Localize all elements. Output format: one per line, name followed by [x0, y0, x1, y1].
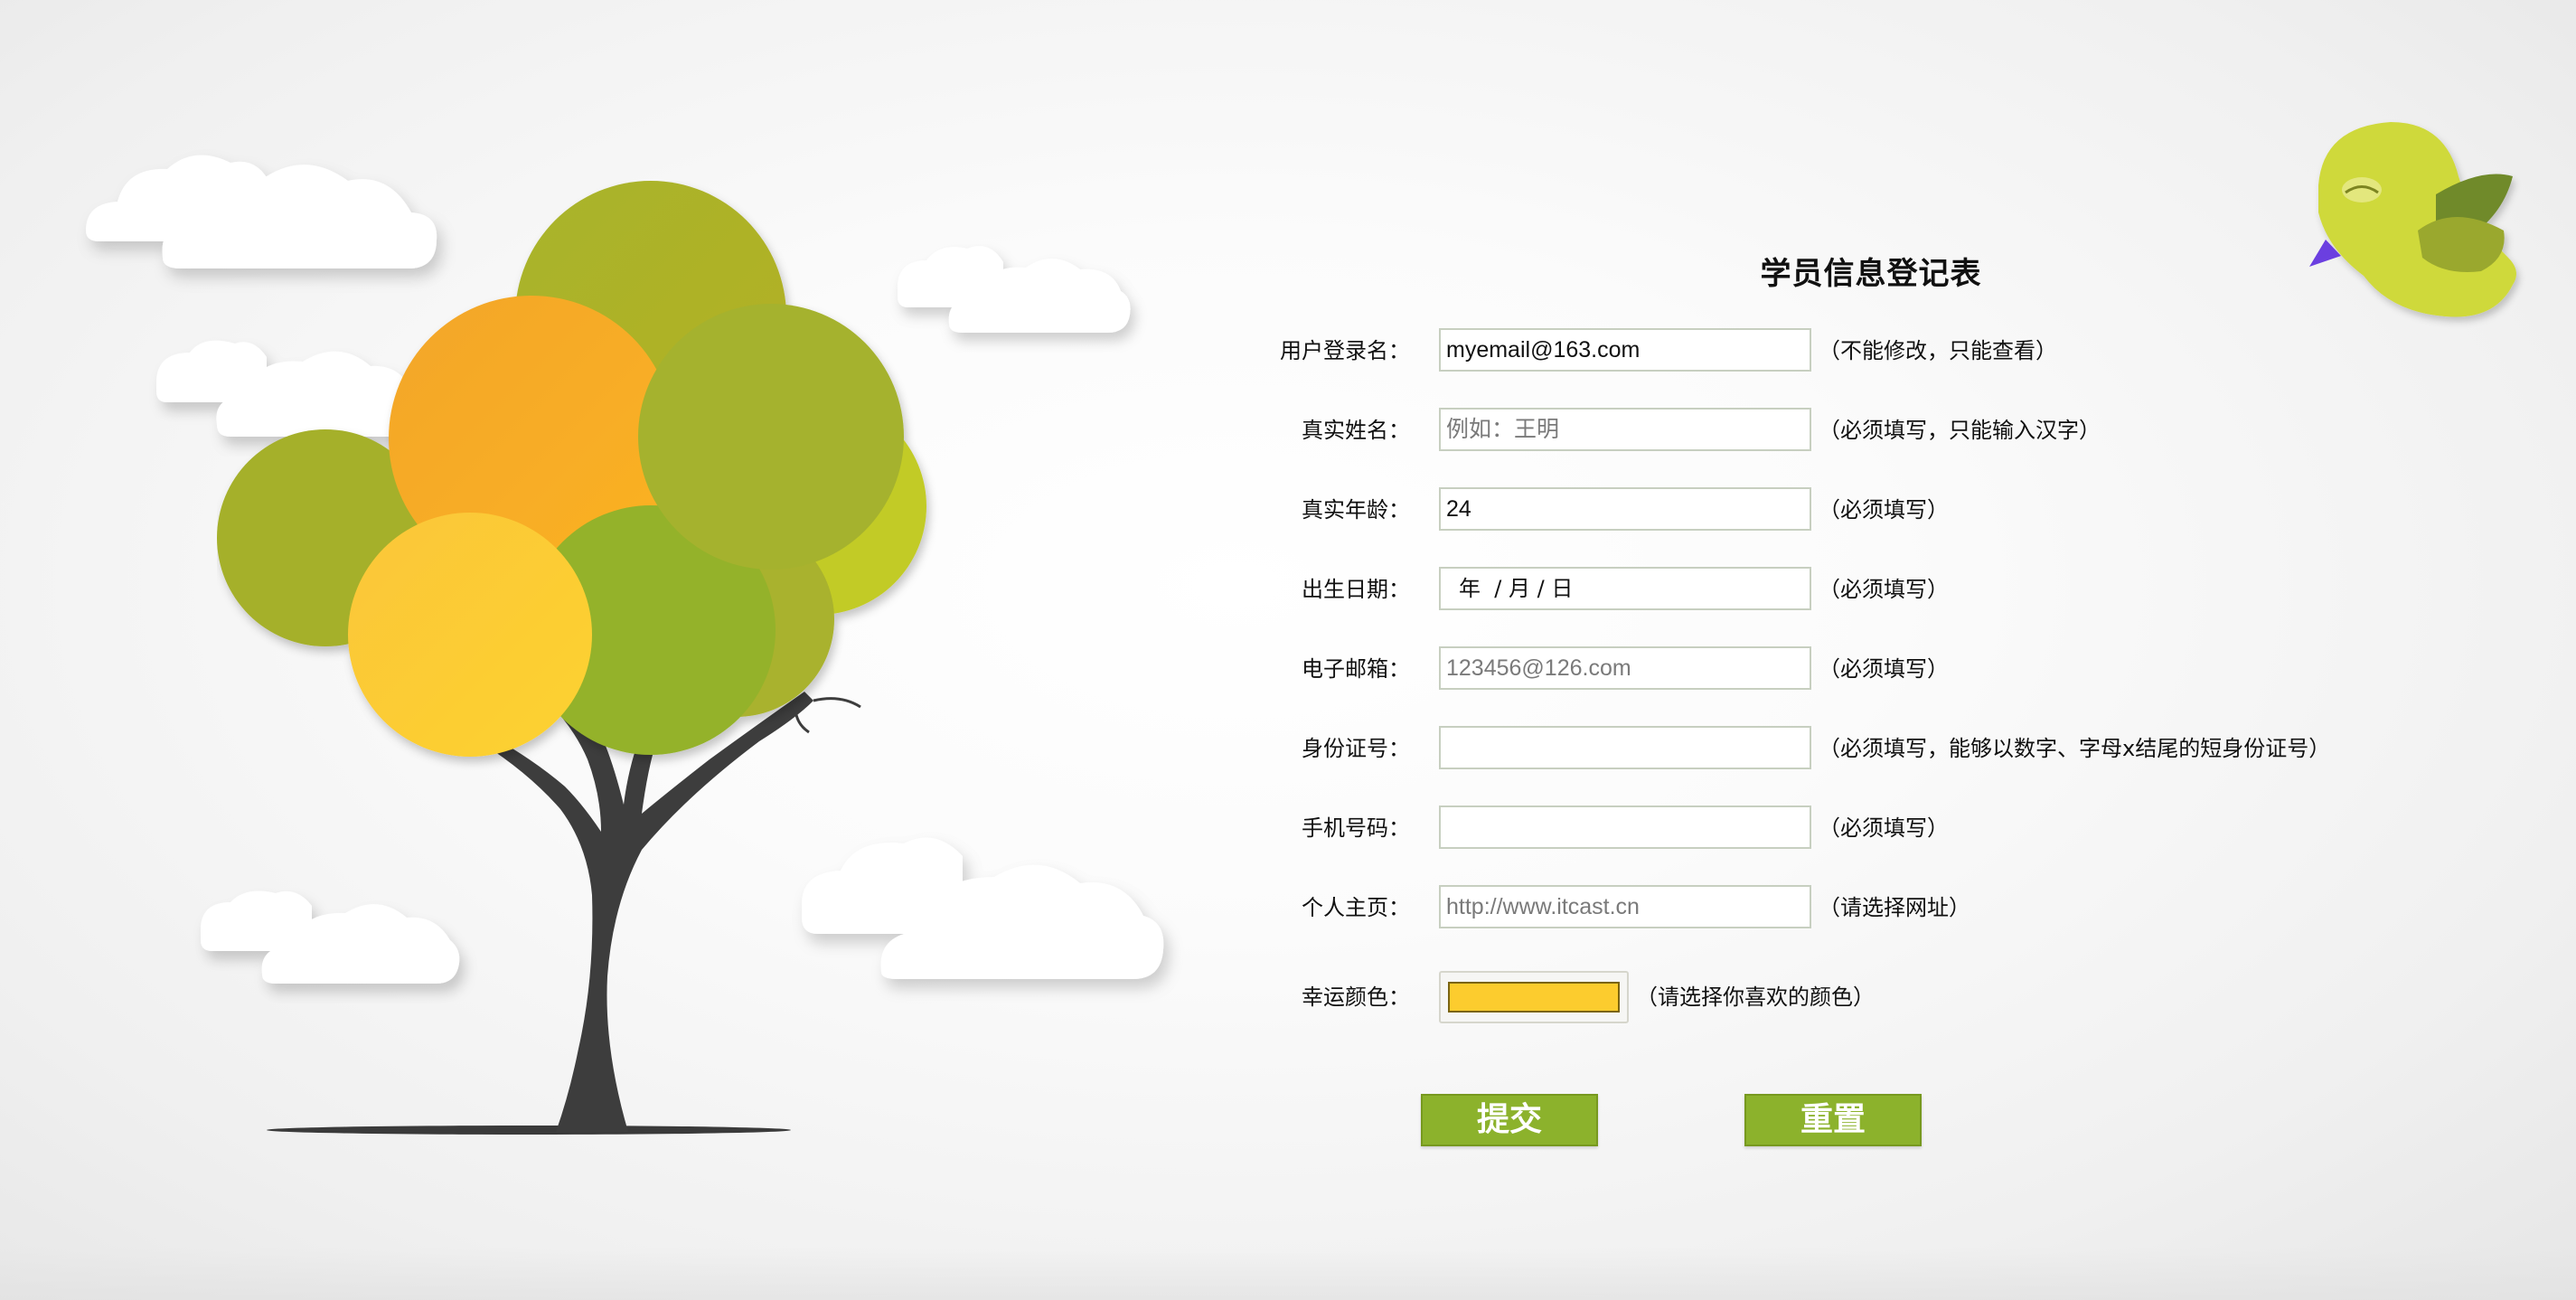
username-label: 用户登录名：: [1280, 338, 1410, 363]
submit-button[interactable]: 提交: [1421, 1094, 1598, 1146]
form-row-realname: 真实姓名： （必须填写，只能输入汉字）: [1265, 408, 2440, 453]
idcard-hint: （必须填写，能够以数字、字母x结尾的短身份证号）: [1819, 736, 2331, 761]
registration-form: 学员信息登记表 用户登录名： （不能修改，只能查看） 真实姓名： （必须填写，只…: [1265, 235, 2440, 1175]
tree-illustration: [217, 181, 926, 1135]
page-background: 学员信息登记表 用户登录名： （不能修改，只能查看） 真实姓名： （必须填写，只…: [0, 0, 2576, 1300]
form-row-color: 幸运颜色： （请选择你喜欢的颜色）: [1265, 971, 2440, 1023]
form-row-email: 电子邮箱： （必须填写）: [1265, 646, 2440, 692]
email-label: 电子邮箱：: [1302, 656, 1410, 682]
homepage-hint: （请选择网址）: [1819, 895, 1970, 920]
realname-hint: （必须填写，只能输入汉字）: [1819, 418, 2101, 443]
username-hint: （不能修改，只能查看）: [1819, 338, 2057, 363]
realname-input[interactable]: [1439, 408, 1811, 451]
form-row-age: 真实年龄： （必须填写）: [1265, 487, 2440, 532]
age-hint: （必须填写）: [1819, 497, 1949, 523]
phone-input[interactable]: [1439, 805, 1811, 849]
username-input[interactable]: [1439, 328, 1811, 372]
idcard-input[interactable]: [1439, 726, 1811, 769]
form-row-birthdate: 出生日期： 年 / 月 / 日 （必须填写）: [1265, 567, 2440, 612]
form-row-idcard: 身份证号： （必须填写，能够以数字、字母x结尾的短身份证号）: [1265, 726, 2440, 771]
email-hint: （必须填写）: [1819, 656, 1949, 682]
form-title: 学员信息登记表: [1760, 256, 1982, 292]
color-hint: （请选择你喜欢的颜色）: [1636, 984, 1875, 1010]
birthdate-input[interactable]: 年 / 月 / 日: [1439, 567, 1811, 610]
idcard-label: 身份证号：: [1302, 736, 1410, 761]
phone-hint: （必须填写）: [1819, 815, 1949, 841]
color-swatch: [1448, 982, 1620, 1013]
phone-label: 手机号码：: [1302, 815, 1410, 841]
form-row-username: 用户登录名： （不能修改，只能查看）: [1265, 328, 2440, 373]
realname-label: 真实姓名：: [1302, 418, 1410, 443]
birthdate-label: 出生日期：: [1302, 577, 1410, 602]
age-input[interactable]: [1439, 487, 1811, 531]
homepage-input[interactable]: [1439, 885, 1811, 928]
age-label: 真实年龄：: [1302, 497, 1410, 523]
reset-button[interactable]: 重置: [1744, 1094, 1922, 1146]
color-label: 幸运颜色：: [1302, 984, 1410, 1010]
bottom-shadow: [0, 1248, 2576, 1300]
birthdate-hint: （必须填写）: [1819, 577, 1949, 602]
form-row-phone: 手机号码： （必须填写）: [1265, 805, 2440, 851]
color-picker[interactable]: [1439, 971, 1629, 1023]
email-input[interactable]: [1439, 646, 1811, 690]
form-row-homepage: 个人主页： （请选择网址）: [1265, 885, 2440, 930]
homepage-label: 个人主页：: [1302, 895, 1410, 920]
